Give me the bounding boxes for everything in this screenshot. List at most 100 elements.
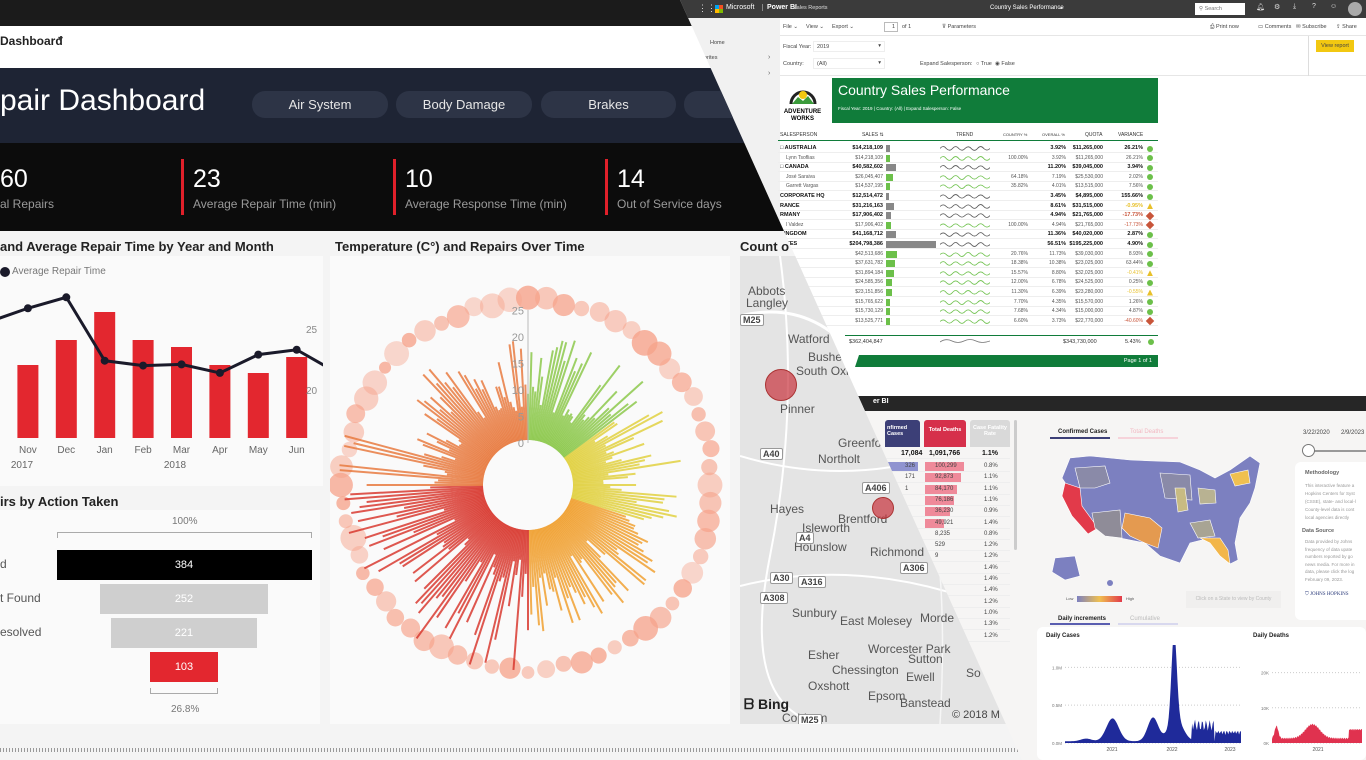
table-row[interactable]: $15,765,622 7.70% 4.35% $15,570,000 1.26% [778, 298, 1158, 307]
repair-bubble[interactable] [338, 514, 353, 529]
table-row[interactable]: KINGDOM $41,168,712 11.36% $40,020,000 2.87% [778, 230, 1158, 240]
col-variance[interactable]: VARIANCE [1118, 132, 1143, 138]
powerbi-label[interactable]: Power BI [762, 4, 797, 11]
chevron-down-icon[interactable]: ▾ [58, 34, 63, 45]
table-row[interactable]: $42,513,686 20.76% 11.73% $39,030,000 8.93% [778, 250, 1158, 259]
tab-total-deaths[interactable]: Total Deaths [1130, 429, 1163, 435]
area-series[interactable] [1272, 723, 1362, 743]
radio-false[interactable]: ◉ False [995, 61, 1015, 67]
nav-home[interactable]: Home [710, 40, 725, 46]
line-point[interactable] [100, 356, 109, 365]
daily-deaths-chart[interactable]: 0K 10K 20K 2021 [1250, 645, 1366, 755]
col-salesperson[interactable]: SALESPERSON [780, 132, 817, 138]
map-bubble[interactable] [872, 497, 894, 519]
header-title[interactable]: Dashboard [0, 34, 63, 48]
view-menu[interactable]: View ⌄ [806, 24, 824, 30]
repair-bubble[interactable] [555, 655, 572, 672]
table-row[interactable]: RMANY $17,906,402 4.94% $21,765,000 -17.73% [778, 211, 1158, 221]
col-overall-pct[interactable]: OVERALL % [1042, 132, 1065, 137]
table-row[interactable]: José Saraiva $26,045,407 64.18% 7.19% $25,53… [778, 173, 1158, 182]
filter-body-damage[interactable]: Body Damage [396, 91, 532, 118]
us-choropleth-map[interactable] [1050, 448, 1290, 593]
tab-confirmed-cases[interactable]: Confirmed Cases [1058, 429, 1107, 435]
repair-bubble[interactable] [521, 666, 535, 679]
parameters-button[interactable]: ⊽ Parameters [942, 24, 976, 30]
tab-cumulative[interactable]: Cumulative [1130, 616, 1160, 622]
table-row[interactable]: □ CANADA $40,582,602 11.20% $39,045,000 3.94… [778, 163, 1158, 173]
repair-bubble[interactable] [499, 657, 521, 679]
date-start[interactable]: 3/22/2020 [1303, 430, 1330, 436]
chevron-right-icon[interactable]: › [768, 54, 770, 61]
area-series[interactable] [1065, 645, 1241, 743]
share-button[interactable]: ⇪ Share [1336, 24, 1357, 30]
line-point[interactable] [62, 293, 71, 302]
line-point[interactable] [215, 368, 224, 377]
bar[interactable] [132, 340, 154, 438]
chevron-right-icon[interactable]: › [768, 70, 770, 77]
repair-time-combo-chart[interactable]: 2025OctNovDecJanFebMarAprMayJunJulAugSep… [0, 256, 323, 486]
line-point[interactable] [177, 360, 186, 369]
table-row[interactable]: Lynn Tsoflias $14,218,109 100.00% 3.92% $11,… [778, 154, 1158, 163]
repair-bubble[interactable] [590, 647, 607, 664]
download-icon[interactable]: ⤓ [1293, 3, 1296, 11]
report-title[interactable]: Country Sales Performance [990, 5, 1064, 11]
funnel-bar[interactable]: 221 [110, 618, 258, 648]
line-point[interactable] [254, 350, 263, 359]
workspace-label[interactable]: Sales Reports [793, 5, 828, 11]
view-report-button[interactable]: View report [1316, 40, 1354, 52]
col-trend[interactable]: TREND [956, 132, 973, 138]
tab-daily-increments[interactable]: Daily increments [1058, 616, 1106, 622]
fiscal-year-select[interactable]: 2019 ▾ [813, 41, 885, 52]
repair-bubble[interactable] [573, 300, 590, 317]
total-deaths-header[interactable]: Total Deaths [924, 420, 966, 447]
repair-bubble[interactable] [401, 332, 417, 348]
table-row[interactable]: $24,585,356 12.00% 6.78% $24,525,000 0.25% [778, 278, 1158, 288]
repair-bubble[interactable] [607, 640, 622, 655]
page-number-input[interactable]: 1 [884, 22, 898, 32]
repair-bubble[interactable] [386, 608, 405, 627]
settings-icon[interactable]: ⚙ [1274, 3, 1280, 11]
table-row[interactable]: RANCE $31,216,163 8.61% $31,515,000 -0.95% [778, 202, 1158, 211]
table-row[interactable]: $23,151,856 11.30% 6.39% $23,280,000 -0.55% [778, 288, 1158, 297]
map-bubble[interactable] [765, 369, 797, 401]
repair-bubble[interactable] [665, 596, 680, 611]
state-ohio[interactable] [1197, 487, 1217, 505]
repair-bubble[interactable] [570, 651, 593, 674]
repair-bubble[interactable] [694, 527, 717, 550]
state-alaska[interactable] [1051, 555, 1081, 581]
repair-bubble[interactable] [691, 407, 706, 422]
table-row[interactable]: CORPORATE HQ $12,514,472 3.45% $4,895,000 15… [778, 192, 1158, 201]
date-slider-track[interactable] [1314, 450, 1366, 452]
filter-brakes[interactable]: Brakes [541, 91, 676, 118]
line-point[interactable] [292, 345, 301, 354]
confirmed-cases-header[interactable]: nfirmed Cases [885, 420, 920, 447]
temperature-radial-chart[interactable]: 0 5 10 15 20 25 [330, 256, 730, 724]
table-row[interactable]: $31,894,184 15.57% 8.80% $32,025,000 -0.41% [778, 269, 1158, 278]
date-slider-handle[interactable] [1302, 444, 1315, 457]
bar[interactable] [286, 357, 308, 438]
table-row[interactable]: l Valdez $17,906,402 100.00% 4.94% $21,765,0… [778, 221, 1158, 230]
col-sales[interactable]: SALES ⇅ [862, 132, 884, 138]
funnel-bar[interactable]: 103 [149, 652, 219, 682]
repair-bubble[interactable] [692, 548, 709, 565]
state-washington[interactable] [1074, 465, 1111, 489]
table-row[interactable]: TATES$204,798,38656.51%$195,225,0004.90% [778, 240, 1158, 249]
action-taken-funnel[interactable]: 100% 384 d 252 t Found 221 esolved 103 26.8% [0, 510, 320, 724]
fatality-rate-header[interactable]: Case Fatality Rate [970, 420, 1010, 447]
table-row[interactable]: □ AUSTRALIA $14,218,109 3.92% $11,265,000 26… [778, 144, 1158, 153]
table-row[interactable]: $13,525,771 6.60% 3.73% $22,770,000 -40.60% [778, 317, 1158, 326]
notifications-icon[interactable]: 🔔︎ [1256, 3, 1265, 11]
repair-bubble[interactable] [362, 370, 388, 395]
bar[interactable] [94, 312, 116, 438]
print-button[interactable]: ⎙ Print now [1210, 24, 1239, 31]
funnel-bar[interactable]: 252 [100, 584, 268, 614]
bar[interactable] [247, 373, 269, 438]
table-row[interactable]: 1 84,170 1.1% [885, 484, 1010, 495]
file-menu[interactable]: File ⌄ [783, 24, 798, 30]
filter-air-system[interactable]: Air System [252, 91, 388, 118]
repair-bubble[interactable] [356, 566, 370, 581]
funnel-bar[interactable]: 384 [56, 550, 312, 580]
repair-bubble[interactable] [366, 578, 384, 596]
repair-bubble[interactable] [466, 652, 484, 670]
repair-bubble[interactable] [537, 660, 556, 679]
